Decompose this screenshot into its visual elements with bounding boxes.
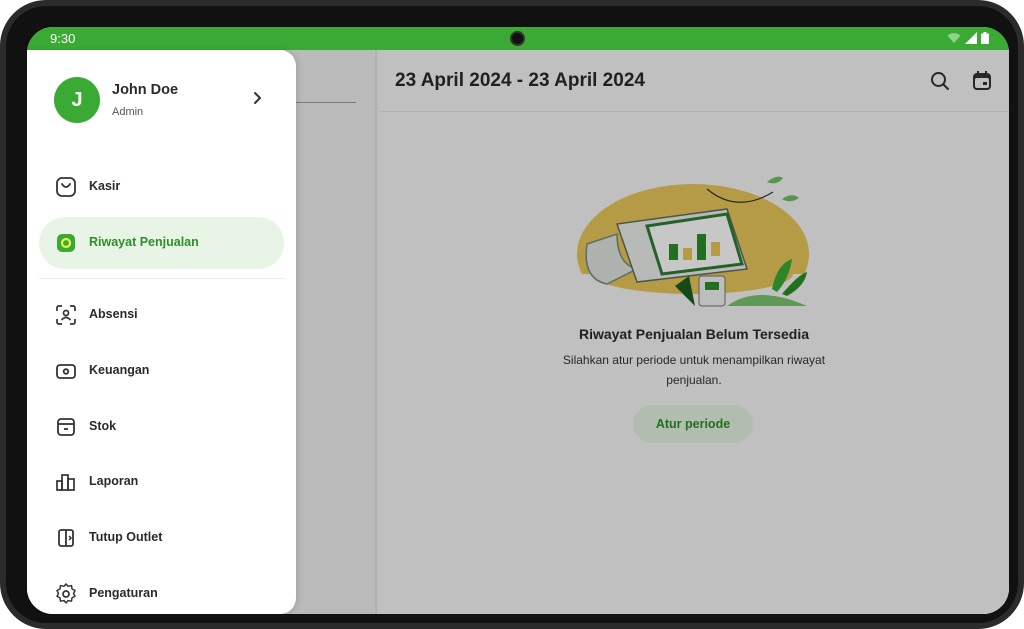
menu-item-stok[interactable]: Stok: [39, 401, 284, 453]
bar-chart-icon: [56, 474, 75, 491]
tablet-frame: 9:30 23 April 2024 - 23 April 2024 Riway…: [0, 0, 1024, 629]
history-icon: [57, 234, 75, 252]
box-icon: [57, 418, 75, 436]
money-icon: [56, 364, 76, 379]
wifi-icon: [947, 33, 961, 43]
signal-icon: [965, 32, 977, 44]
bag-icon: [56, 177, 76, 197]
status-icons: [947, 32, 989, 44]
menu-label: Stok: [89, 419, 117, 433]
avatar: J: [54, 77, 100, 123]
tablet-bezel: 9:30 23 April 2024 - 23 April 2024 Riway…: [6, 6, 1018, 623]
door-exit-icon: [58, 529, 74, 547]
face-scan-icon: [56, 305, 76, 325]
screen: 9:30 23 April 2024 - 23 April 2024 Riway…: [27, 27, 1009, 614]
menu-label: Keuangan: [89, 363, 150, 377]
menu-label: Absensi: [89, 307, 138, 321]
menu-label: Riwayat Penjualan: [89, 235, 199, 249]
menu-divider: [39, 278, 284, 279]
menu-label: Laporan: [89, 474, 139, 488]
menu-label: Pengaturan: [89, 586, 158, 600]
menu-label: Tutup Outlet: [89, 530, 163, 544]
menu-item-tutup-outlet[interactable]: Tutup Outlet: [39, 512, 284, 564]
menu-item-absensi[interactable]: Absensi: [39, 289, 284, 341]
status-time: 9:30: [50, 31, 76, 46]
menu-item-kasir[interactable]: Kasir: [39, 161, 284, 213]
menu-item-keuangan[interactable]: Keuangan: [39, 345, 284, 397]
status-bar: 9:30: [27, 27, 1009, 50]
gear-icon: [56, 583, 76, 604]
menu-label: Kasir: [89, 179, 121, 193]
profile-header[interactable]: J John Doe Admin: [27, 50, 296, 146]
battery-icon: [981, 32, 989, 44]
navigation-drawer: J John Doe Admin Kasir Riwayat Penjualan…: [27, 50, 296, 614]
front-camera: [510, 31, 525, 46]
profile-role: Admin: [112, 106, 144, 118]
menu-item-pengaturan[interactable]: Pengaturan: [39, 568, 284, 614]
profile-name: John Doe: [112, 82, 179, 98]
menu-item-riwayat-penjualan[interactable]: Riwayat Penjualan: [39, 217, 284, 269]
chevron-right-icon: [254, 92, 261, 104]
menu-item-laporan[interactable]: Laporan: [39, 456, 284, 508]
